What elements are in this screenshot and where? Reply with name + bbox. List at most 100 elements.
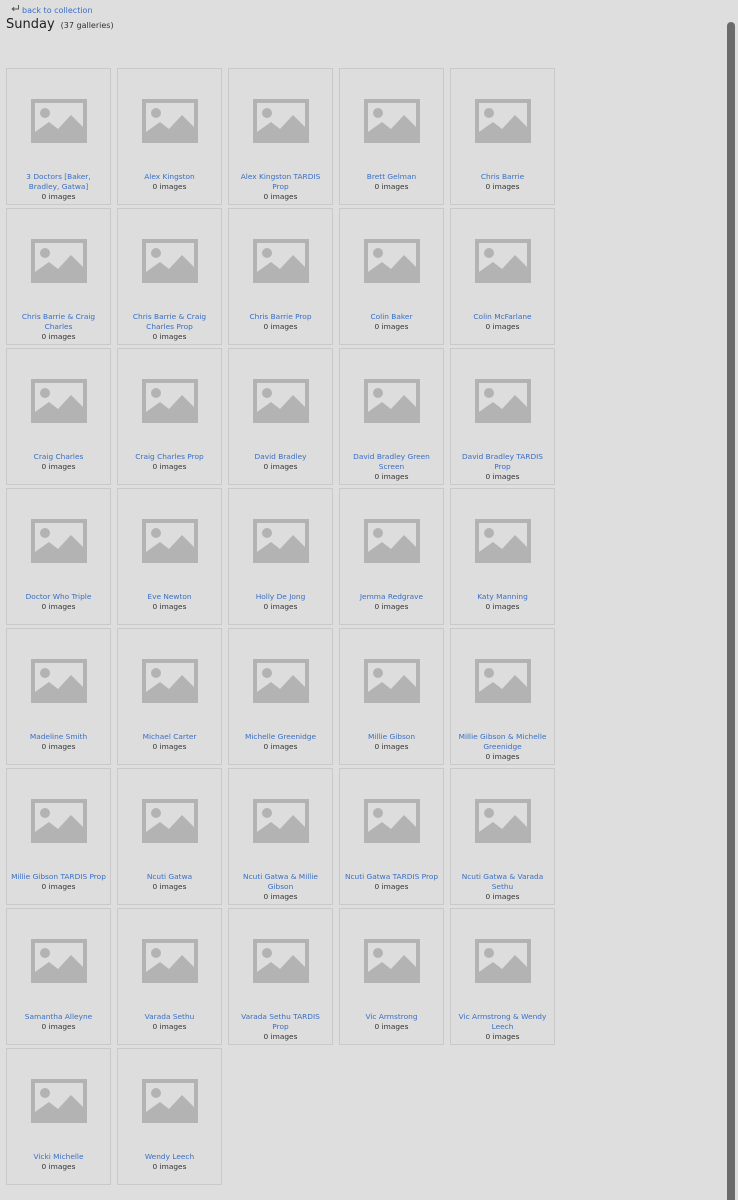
gallery-tile[interactable]: Millie Gibson 0 images [339, 628, 444, 765]
gallery-tile[interactable]: Samantha Alleyne 0 images [6, 908, 111, 1045]
gallery-name-link[interactable]: Millie Gibson [368, 732, 415, 741]
gallery-name-link[interactable]: David Bradley TARDIS Prop [462, 452, 543, 471]
gallery-name-link[interactable]: Doctor Who Triple [26, 592, 92, 601]
gallery-tile[interactable]: Vic Armstrong 0 images [339, 908, 444, 1045]
image-placeholder-icon [475, 379, 531, 423]
gallery-image-count: 0 images [41, 192, 76, 201]
gallery-tile[interactable]: Madeline Smith 0 images [6, 628, 111, 765]
image-placeholder-icon [364, 379, 420, 423]
gallery-name-link[interactable]: Craig Charles Prop [135, 452, 203, 461]
gallery-name-link[interactable]: Vic Armstrong & Wendy Leech [459, 1012, 547, 1031]
page-title: Sunday [6, 17, 55, 32]
gallery-tile[interactable]: David Bradley Green Screen 0 images [339, 348, 444, 485]
gallery-tile[interactable]: Craig Charles Prop 0 images [117, 348, 222, 485]
gallery-tile[interactable]: Varada Sethu 0 images [117, 908, 222, 1045]
gallery-image-count: 0 images [41, 742, 76, 751]
image-placeholder-icon [253, 239, 309, 283]
gallery-name-link[interactable]: Ncuti Gatwa [147, 872, 192, 881]
gallery-name-link[interactable]: Ncuti Gatwa & Millie Gibson [243, 872, 318, 891]
gallery-name-link[interactable]: Vicki Michelle [33, 1152, 83, 1161]
gallery-tile[interactable]: Eve Newton 0 images [117, 488, 222, 625]
gallery-tile[interactable]: David Bradley 0 images [228, 348, 333, 485]
gallery-tile[interactable]: Chris Barrie & Craig Charles Prop 0 imag… [117, 208, 222, 345]
gallery-tile[interactable]: Millie Gibson TARDIS Prop 0 images [6, 768, 111, 905]
gallery-tile[interactable]: Ncuti Gatwa & Millie Gibson 0 images [228, 768, 333, 905]
gallery-tile[interactable]: Varada Sethu TARDIS Prop 0 images [228, 908, 333, 1045]
gallery-tile[interactable]: Chris Barrie Prop 0 images [228, 208, 333, 345]
gallery-name-link[interactable]: Michelle Greenidge [245, 732, 316, 741]
gallery-tile[interactable]: Alex Kingston TARDIS Prop 0 images [228, 68, 333, 205]
gallery-tile[interactable]: 3 Doctors [Baker, Bradley, Gatwa] 0 imag… [6, 68, 111, 205]
gallery-tile[interactable]: Ncuti Gatwa & Varada Sethu 0 images [450, 768, 555, 905]
image-placeholder-icon [31, 799, 87, 843]
gallery-image-count: 0 images [485, 472, 520, 481]
gallery-name-link[interactable]: Brett Gelman [367, 172, 416, 181]
gallery-name-link[interactable]: Michael Carter [143, 732, 197, 741]
gallery-name-link[interactable]: Eve Newton [147, 592, 191, 601]
gallery-name-link[interactable]: Varada Sethu TARDIS Prop [241, 1012, 320, 1031]
gallery-name-link[interactable]: Katy Manning [477, 592, 528, 601]
gallery-name-link[interactable]: David Bradley [255, 452, 307, 461]
gallery-name-link[interactable]: Chris Barrie Prop [249, 312, 311, 321]
gallery-name-link[interactable]: Vic Armstrong [365, 1012, 417, 1021]
gallery-image-count: 0 images [263, 192, 298, 201]
gallery-tile[interactable]: Michael Carter 0 images [117, 628, 222, 765]
gallery-name-link[interactable]: Samantha Alleyne [25, 1012, 92, 1021]
gallery-tile[interactable]: Ncuti Gatwa 0 images [117, 768, 222, 905]
gallery-tile[interactable]: Vicki Michelle 0 images [6, 1048, 111, 1185]
gallery-image-count: 0 images [374, 882, 409, 891]
gallery-tile[interactable]: Craig Charles 0 images [6, 348, 111, 485]
gallery-name-link[interactable]: Wendy Leech [145, 1152, 194, 1161]
gallery-name-link[interactable]: Millie Gibson TARDIS Prop [11, 872, 106, 881]
gallery-name-link[interactable]: Chris Barrie [481, 172, 524, 181]
scrollbar[interactable] [727, 22, 735, 1200]
gallery-name-link[interactable]: Madeline Smith [30, 732, 87, 741]
gallery-tile[interactable]: Colin McFarlane 0 images [450, 208, 555, 345]
gallery-name-link[interactable]: Craig Charles [34, 452, 84, 461]
gallery-name-link[interactable]: Ncuti Gatwa & Varada Sethu [462, 872, 544, 891]
gallery-tile[interactable]: Chris Barrie 0 images [450, 68, 555, 205]
gallery-tile[interactable]: Ncuti Gatwa TARDIS Prop 0 images [339, 768, 444, 905]
gallery-tile[interactable]: Doctor Who Triple 0 images [6, 488, 111, 625]
gallery-name-link[interactable]: David Bradley Green Screen [353, 452, 430, 471]
back-link-label: back to collection [22, 6, 93, 15]
image-placeholder-icon [142, 99, 198, 143]
gallery-name-link[interactable]: Jemma Redgrave [360, 592, 423, 601]
gallery-name-link[interactable]: Chris Barrie & Craig Charles Prop [133, 312, 206, 331]
gallery-name-link[interactable]: Alex Kingston TARDIS Prop [241, 172, 321, 191]
gallery-tile[interactable]: Wendy Leech 0 images [117, 1048, 222, 1185]
gallery-tile[interactable]: Brett Gelman 0 images [339, 68, 444, 205]
gallery-image-count: 0 images [152, 182, 187, 191]
gallery-name-link[interactable]: 3 Doctors [Baker, Bradley, Gatwa] [26, 172, 90, 191]
gallery-name-link[interactable]: Alex Kingston [144, 172, 194, 181]
gallery-tile[interactable]: Chris Barrie & Craig Charles 0 images [6, 208, 111, 345]
image-placeholder-icon [253, 379, 309, 423]
gallery-image-count: 0 images [374, 742, 409, 751]
image-placeholder-icon [31, 659, 87, 703]
gallery-name-link[interactable]: Holly De Jong [256, 592, 306, 601]
gallery-name-link[interactable]: Colin McFarlane [473, 312, 531, 321]
gallery-image-count: 0 images [41, 882, 76, 891]
gallery-tile[interactable]: Katy Manning 0 images [450, 488, 555, 625]
gallery-tile[interactable]: Alex Kingston 0 images [117, 68, 222, 205]
gallery-name-link[interactable]: Millie Gibson & Michelle Greenidge [459, 732, 547, 751]
gallery-image-count: 0 images [152, 742, 187, 751]
gallery-tile[interactable]: Holly De Jong 0 images [228, 488, 333, 625]
back-to-collection-link[interactable]: back to collection [10, 3, 93, 15]
gallery-image-count: 0 images [41, 1162, 76, 1171]
gallery-tile[interactable]: David Bradley TARDIS Prop 0 images [450, 348, 555, 485]
gallery-tile[interactable]: Michelle Greenidge 0 images [228, 628, 333, 765]
gallery-tile[interactable]: Colin Baker 0 images [339, 208, 444, 345]
gallery-tile[interactable]: Millie Gibson & Michelle Greenidge 0 ima… [450, 628, 555, 765]
image-placeholder-icon [475, 239, 531, 283]
page-header: Sunday (37 galleries) [6, 17, 114, 32]
gallery-name-link[interactable]: Chris Barrie & Craig Charles [22, 312, 95, 331]
gallery-tile[interactable]: Vic Armstrong & Wendy Leech 0 images [450, 908, 555, 1045]
gallery-tile[interactable]: Jemma Redgrave 0 images [339, 488, 444, 625]
gallery-name-link[interactable]: Colin Baker [370, 312, 412, 321]
image-placeholder-icon [31, 1079, 87, 1123]
gallery-image-count: 0 images [263, 322, 298, 331]
image-placeholder-icon [31, 379, 87, 423]
gallery-name-link[interactable]: Varada Sethu [145, 1012, 195, 1021]
gallery-name-link[interactable]: Ncuti Gatwa TARDIS Prop [345, 872, 438, 881]
